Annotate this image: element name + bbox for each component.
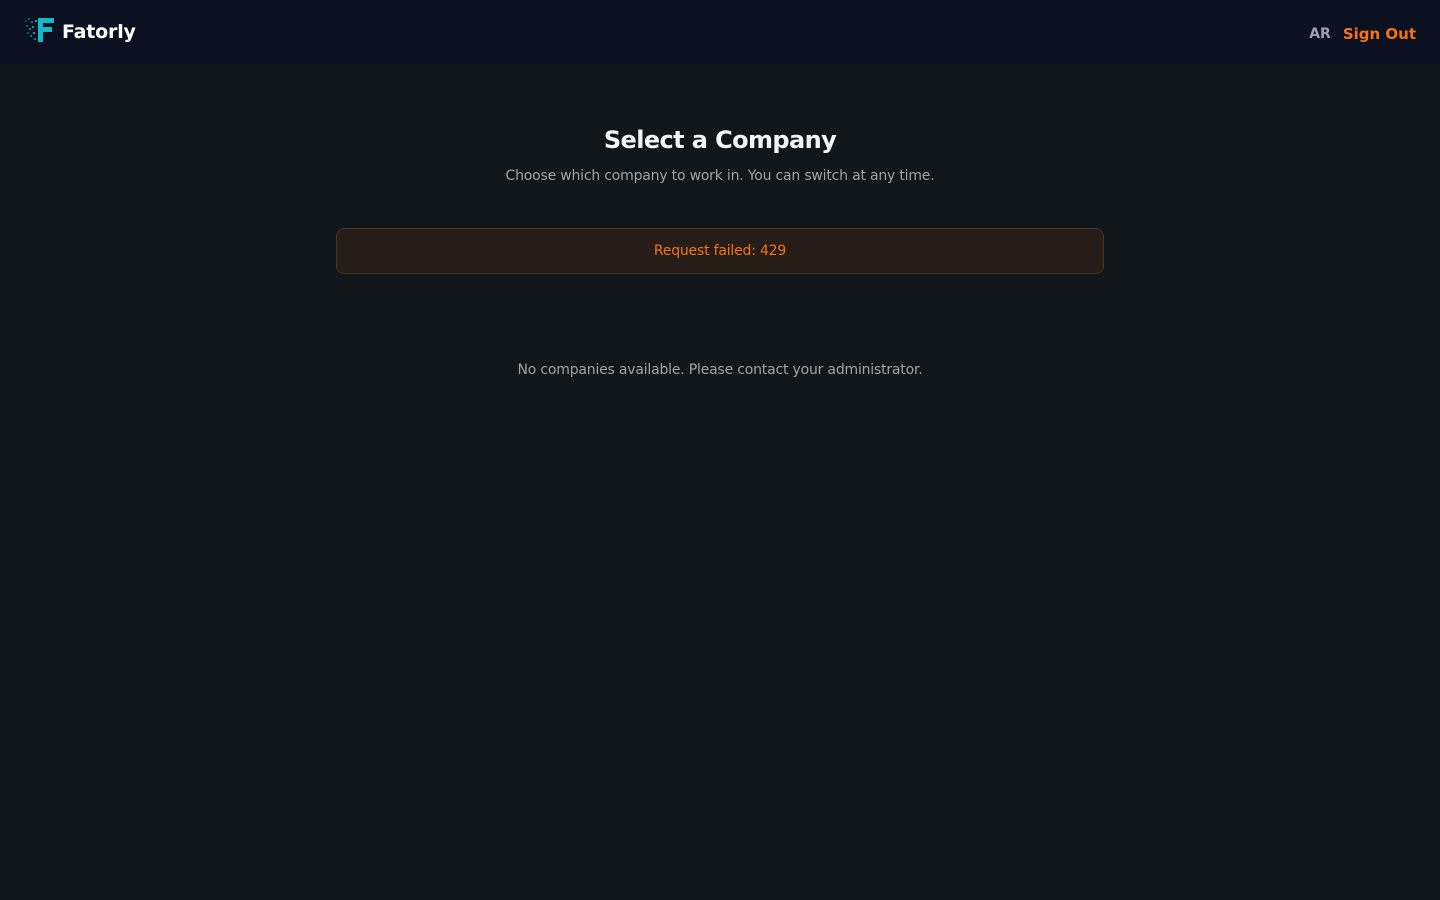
empty-state-message: No companies available. Please contact y… [517, 362, 923, 378]
error-message: Request failed: 429 [653, 243, 787, 259]
brand-name: Fatorly [62, 21, 136, 43]
header-actions: AR Sign Out [1309, 21, 1416, 43]
top-navbar: Fatorly AR Sign Out [0, 0, 1440, 64]
sign-out-button[interactable]: Sign Out [1343, 25, 1416, 43]
company-select-page: Select a Company Choose which company to… [0, 64, 1440, 900]
page-title: Select a Company [603, 126, 837, 154]
brand[interactable]: Fatorly [24, 16, 136, 48]
error-banner: Request failed: 429 [336, 228, 1104, 274]
fatorly-logo-icon [24, 16, 56, 48]
page-subtitle: Choose which company to work in. You can… [505, 168, 935, 184]
language-toggle[interactable]: AR [1309, 26, 1331, 42]
